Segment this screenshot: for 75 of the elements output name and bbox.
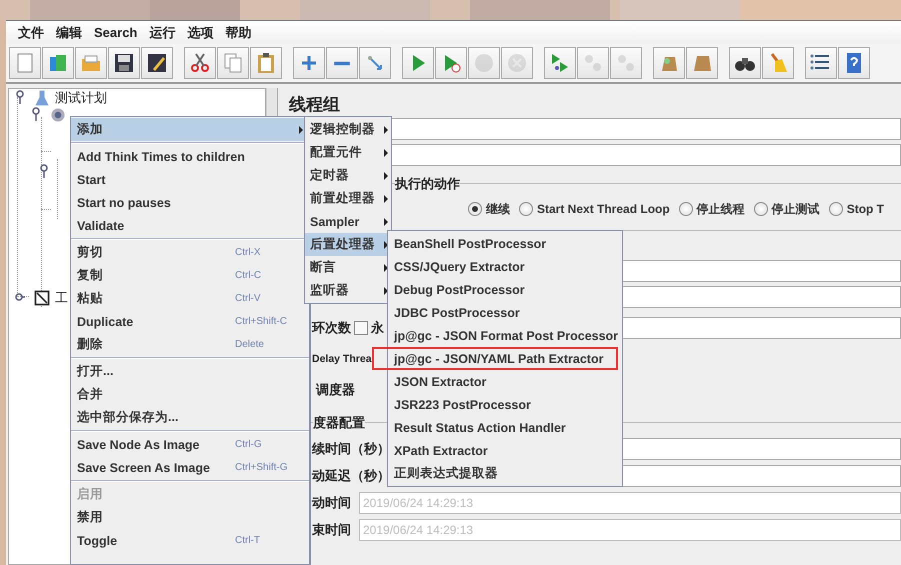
flask-icon xyxy=(33,89,51,107)
highlight-bracket xyxy=(372,347,388,370)
stop-icon xyxy=(472,51,496,75)
menu-item[interactable]: Toggle Ctrl-T xyxy=(71,529,309,552)
submenu-arrow-icon xyxy=(384,172,388,180)
menu-item[interactable]: 定时器 xyxy=(305,164,391,187)
shortcut-label: Ctrl+Shift-G xyxy=(235,462,289,473)
checkbox-label: 永 xyxy=(371,318,384,336)
scissors-icon xyxy=(188,51,212,75)
menu-bar-item[interactable]: 文件 xyxy=(12,22,50,44)
shortcut-label: Ctrl-C xyxy=(235,270,262,281)
toolbar-button[interactable] xyxy=(141,47,173,79)
submenu-arrow-icon xyxy=(384,148,388,156)
shortcut-label: Delete xyxy=(235,339,265,350)
radio-option[interactable]: Start Next Thread Loop xyxy=(519,202,670,216)
menu-item[interactable]: CSS/JQuery Extractor xyxy=(388,255,622,278)
field-label: 续时间（秒） xyxy=(312,440,390,458)
menu-item[interactable]: Result Status Action Handler xyxy=(388,416,622,439)
field-label: 动时间 xyxy=(312,494,351,512)
checkbox-label: 调度器 xyxy=(316,380,355,398)
shortcut-label: Ctrl-V xyxy=(235,293,262,304)
shortcut-label: Ctrl+Shift-C xyxy=(235,316,288,327)
tree-node[interactable]: 测试计划 xyxy=(55,89,107,107)
toolbar-button[interactable] xyxy=(108,47,140,79)
menu-item[interactable]: Save Screen As Image Ctrl+Shift-G xyxy=(71,456,309,479)
field-label: 环次数 xyxy=(312,318,351,336)
radio-option[interactable]: Stop T xyxy=(828,202,884,216)
toolbar-button[interactable] xyxy=(250,47,282,79)
menu-item[interactable]: 删除 Delete xyxy=(71,333,309,356)
panel-title: 线程组 xyxy=(289,94,341,116)
menu-item[interactable]: JDBC PostProcessor xyxy=(388,301,622,324)
radio-option[interactable]: 停止线程 xyxy=(678,200,745,218)
menu-item[interactable]: JSON Extractor xyxy=(388,370,622,393)
menu-item[interactable]: Debug PostProcessor xyxy=(388,278,622,301)
menu-item[interactable]: jp@gc - JSON Format Post Processor xyxy=(388,324,622,347)
toolbar-button[interactable] xyxy=(184,47,216,79)
shortcut-label: Ctrl-X xyxy=(235,247,262,258)
menu-item[interactable]: 禁用 xyxy=(71,506,309,529)
field-label: 束时间 xyxy=(312,520,351,538)
menu-item[interactable]: jp@gc - JSON/YAML Path Extractor xyxy=(388,347,618,370)
submenu-arrow-icon xyxy=(384,126,388,134)
toolbar-button[interactable] xyxy=(805,47,837,79)
menu-item[interactable]: 配置元件 xyxy=(305,141,391,164)
menu-item[interactable]: 正则表达式提取器 xyxy=(388,462,622,485)
checkbox-label: Delay Threa xyxy=(312,352,372,364)
menu-item[interactable]: Duplicate Ctrl+Shift-C xyxy=(71,310,309,333)
menu-item[interactable]: JSR223 PostProcessor xyxy=(388,393,622,416)
expanded-toggle-icon[interactable] xyxy=(15,90,25,104)
menu-item[interactable]: XPath Extractor xyxy=(388,439,622,462)
menu-bar-item[interactable]: 选项 xyxy=(181,22,220,44)
minus-icon xyxy=(333,60,351,66)
menu-item[interactable]: 合并 xyxy=(71,383,309,406)
menu-bar-item[interactable]: 编辑 xyxy=(50,22,88,44)
field-label: 动延迟（秒） xyxy=(312,466,390,484)
menu-item[interactable]: 打开... xyxy=(71,360,309,383)
menu-item[interactable]: 前置处理器 xyxy=(305,187,391,210)
floppy-pencil-icon xyxy=(145,51,169,75)
shutdown-icon xyxy=(505,51,529,75)
shortcut-label: Ctrl-G xyxy=(235,439,263,450)
radio-option[interactable]: 停止测试 xyxy=(754,200,820,218)
menu-item[interactable]: Save Node As Image Ctrl-G xyxy=(71,433,309,456)
expanded-toggle-icon[interactable] xyxy=(31,107,41,121)
submenu-arrow-icon xyxy=(384,194,388,202)
menu-bar-item[interactable]: Search xyxy=(88,23,144,42)
shortcut-label: Ctrl-T xyxy=(235,535,261,546)
menu-item[interactable]: BeanShell PostProcessor xyxy=(388,232,622,255)
menu-item[interactable]: 选中部分保存为... xyxy=(71,406,309,429)
checkbox[interactable] xyxy=(354,320,368,334)
menu-bar-item[interactable]: 帮助 xyxy=(219,22,258,44)
radio-option[interactable]: 继续 xyxy=(468,200,510,218)
menu-bar-item[interactable]: 运行 xyxy=(143,22,182,44)
submenu-arrow-icon xyxy=(384,218,388,226)
toolbar-button[interactable] xyxy=(729,47,761,79)
expanded-toggle-icon[interactable] xyxy=(39,164,49,178)
tree-node[interactable]: 工 xyxy=(55,289,68,307)
